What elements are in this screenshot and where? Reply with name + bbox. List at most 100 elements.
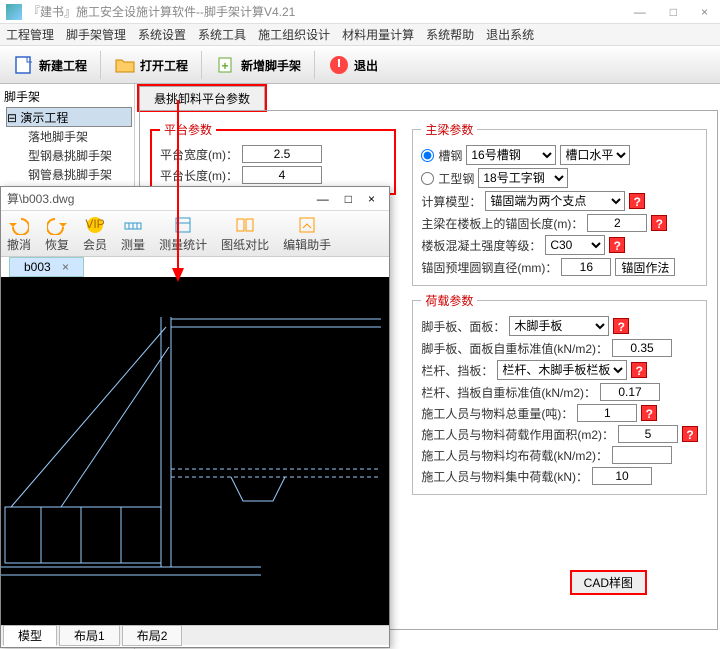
- concrete-select[interactable]: C30: [545, 235, 605, 255]
- dwg-tab-label: b003: [24, 260, 51, 274]
- dwg-window: 算\b003.dwg — □ × 撤消 恢复 VIP会员 测量 测量统计 图纸对…: [0, 186, 390, 648]
- rail-select[interactable]: 栏杆、木脚手板栏板: [497, 360, 627, 380]
- tree-item[interactable]: 钢管悬挑脚手架: [6, 165, 132, 184]
- menu-tools[interactable]: 系统工具: [198, 26, 246, 43]
- menu-settings[interactable]: 系统设置: [138, 26, 186, 43]
- measure-button[interactable]: 测量: [121, 215, 145, 253]
- svg-text:+: +: [222, 59, 229, 73]
- menu-material[interactable]: 材料用量计算: [342, 26, 414, 43]
- help-icon[interactable]: ?: [682, 426, 698, 442]
- platform-length-label: 平台长度(m)：: [160, 167, 238, 184]
- dwg-close-button[interactable]: ×: [360, 192, 383, 206]
- deck-select[interactable]: 木脚手板: [509, 316, 609, 336]
- help-icon[interactable]: ?: [609, 237, 625, 253]
- conc-load-label: 施工人员与物料集中荷载(kN)：: [421, 468, 588, 485]
- ibeam-select[interactable]: 18号工字钢: [478, 168, 568, 188]
- platform-length-input[interactable]: [242, 166, 322, 184]
- tab-params[interactable]: 悬挑卸料平台参数: [139, 86, 265, 110]
- platform-fieldset: 平台参数 平台宽度(m)： 平台长度(m)：: [150, 121, 396, 195]
- new-project-button[interactable]: 新建工程: [4, 51, 96, 79]
- open-project-label: 打开工程: [140, 57, 188, 74]
- dwg-toolbar: 撤消 恢复 VIP会员 测量 测量统计 图纸对比 编辑助手: [1, 211, 389, 257]
- undo-button[interactable]: 撤消: [7, 215, 31, 253]
- help-icon[interactable]: ?: [651, 215, 667, 231]
- exit-button[interactable]: 退出: [319, 51, 387, 79]
- dwg-tabstrip: b003 ×: [1, 257, 389, 277]
- dwg-title-text: 算\b003.dwg: [7, 190, 309, 207]
- edit-helper-button[interactable]: 编辑助手: [283, 215, 331, 253]
- compare-button[interactable]: 图纸对比: [221, 215, 269, 253]
- anchor-method-button[interactable]: 锚固作法: [615, 258, 675, 276]
- uniform-load-label: 施工人员与物料均布荷载(kN/m2)：: [421, 447, 608, 464]
- anchor-len-input[interactable]: [587, 214, 647, 232]
- channel-label: 槽钢: [438, 147, 462, 164]
- help-icon[interactable]: ?: [629, 193, 645, 209]
- uniform-load-input[interactable]: [612, 446, 672, 464]
- maximize-button[interactable]: □: [664, 5, 683, 19]
- ring-dia-label: 锚固预埋圆钢直径(mm)：: [421, 259, 557, 276]
- tree-root-label: 演示工程: [20, 111, 68, 125]
- help-icon[interactable]: ?: [641, 405, 657, 421]
- platform-width-label: 平台宽度(m)：: [160, 146, 238, 163]
- tree-item[interactable]: 型钢悬挑脚手架: [6, 146, 132, 165]
- load-area-label: 施工人员与物料荷载作用面积(m2)：: [421, 426, 614, 443]
- ibeam-radio[interactable]: [421, 172, 434, 185]
- menu-bar: 工程管理 脚手架管理 系统设置 系统工具 施工组织设计 材料用量计算 系统帮助 …: [0, 24, 720, 46]
- calc-model-label: 计算模型：: [421, 193, 481, 210]
- platform-legend: 平台参数: [160, 121, 216, 138]
- add-scaffold-button[interactable]: + 新增脚手架: [206, 51, 310, 79]
- measure-stats-button[interactable]: 测量统计: [159, 215, 207, 253]
- add-icon: +: [215, 54, 237, 76]
- exit-icon: [328, 54, 350, 76]
- menu-scaffold[interactable]: 脚手架管理: [66, 26, 126, 43]
- beam-fieldset: 主梁参数 槽钢 16号槽钢 槽口水平 工型钢 18号工字钢: [412, 121, 707, 286]
- layout-tab-1[interactable]: 布局1: [59, 625, 120, 646]
- dwg-titlebar: 算\b003.dwg — □ ×: [1, 187, 389, 211]
- menu-construction[interactable]: 施工组织设计: [258, 26, 330, 43]
- minimize-button[interactable]: —: [628, 5, 652, 19]
- dwg-maximize-button[interactable]: □: [337, 192, 360, 206]
- new-project-label: 新建工程: [39, 57, 87, 74]
- ibeam-label: 工型钢: [438, 170, 474, 187]
- calc-model-select[interactable]: 锚固端为两个支点: [485, 191, 625, 211]
- vip-button[interactable]: VIP会员: [83, 215, 107, 253]
- help-icon[interactable]: ?: [631, 362, 647, 378]
- total-weight-label: 施工人员与物料总重量(吨)：: [421, 405, 573, 422]
- help-icon[interactable]: ?: [613, 318, 629, 334]
- menu-exit[interactable]: 退出系统: [486, 26, 534, 43]
- anchor-len-label: 主梁在楼板上的锚固长度(m)：: [421, 215, 583, 232]
- open-icon: [114, 54, 136, 76]
- dwg-tab-close-icon[interactable]: ×: [62, 260, 69, 274]
- channel-orient-select[interactable]: 槽口水平: [560, 145, 630, 165]
- toolbar: 新建工程 打开工程 + 新增脚手架 退出: [0, 46, 720, 84]
- dwg-minimize-button[interactable]: —: [309, 192, 337, 206]
- cad-sample-button[interactable]: CAD样图: [570, 570, 647, 595]
- rail-weight-input[interactable]: [600, 383, 660, 401]
- tree-root-node[interactable]: ⊟ 演示工程: [6, 107, 132, 127]
- total-weight-input[interactable]: [577, 404, 637, 422]
- channel-select[interactable]: 16号槽钢: [466, 145, 556, 165]
- tree-item[interactable]: 落地脚手架: [6, 127, 132, 146]
- conc-load-input[interactable]: [592, 467, 652, 485]
- deck-label: 脚手板、面板：: [421, 318, 505, 335]
- concrete-label: 楼板混凝土强度等级：: [421, 237, 541, 254]
- redo-button[interactable]: 恢复: [45, 215, 69, 253]
- svg-text:VIP: VIP: [85, 217, 104, 231]
- open-project-button[interactable]: 打开工程: [105, 51, 197, 79]
- platform-width-input[interactable]: [242, 145, 322, 163]
- menu-project[interactable]: 工程管理: [6, 26, 54, 43]
- close-button[interactable]: ×: [695, 5, 714, 19]
- load-area-input[interactable]: [618, 425, 678, 443]
- title-bar: 『建书』施工安全设施计算软件--脚手架计算V4.21 — □ ×: [0, 0, 720, 24]
- load-legend: 荷载参数: [421, 292, 477, 309]
- deck-weight-input[interactable]: [612, 339, 672, 357]
- rail-label: 栏杆、挡板：: [421, 362, 493, 379]
- layout-tab-2[interactable]: 布局2: [122, 625, 183, 646]
- layout-tab-model[interactable]: 模型: [3, 625, 57, 646]
- beam-legend: 主梁参数: [421, 121, 477, 138]
- dwg-file-tab[interactable]: b003 ×: [9, 257, 84, 277]
- channel-radio[interactable]: [421, 149, 434, 162]
- menu-help[interactable]: 系统帮助: [426, 26, 474, 43]
- dwg-canvas[interactable]: [1, 277, 389, 625]
- ring-dia-input[interactable]: [561, 258, 611, 276]
